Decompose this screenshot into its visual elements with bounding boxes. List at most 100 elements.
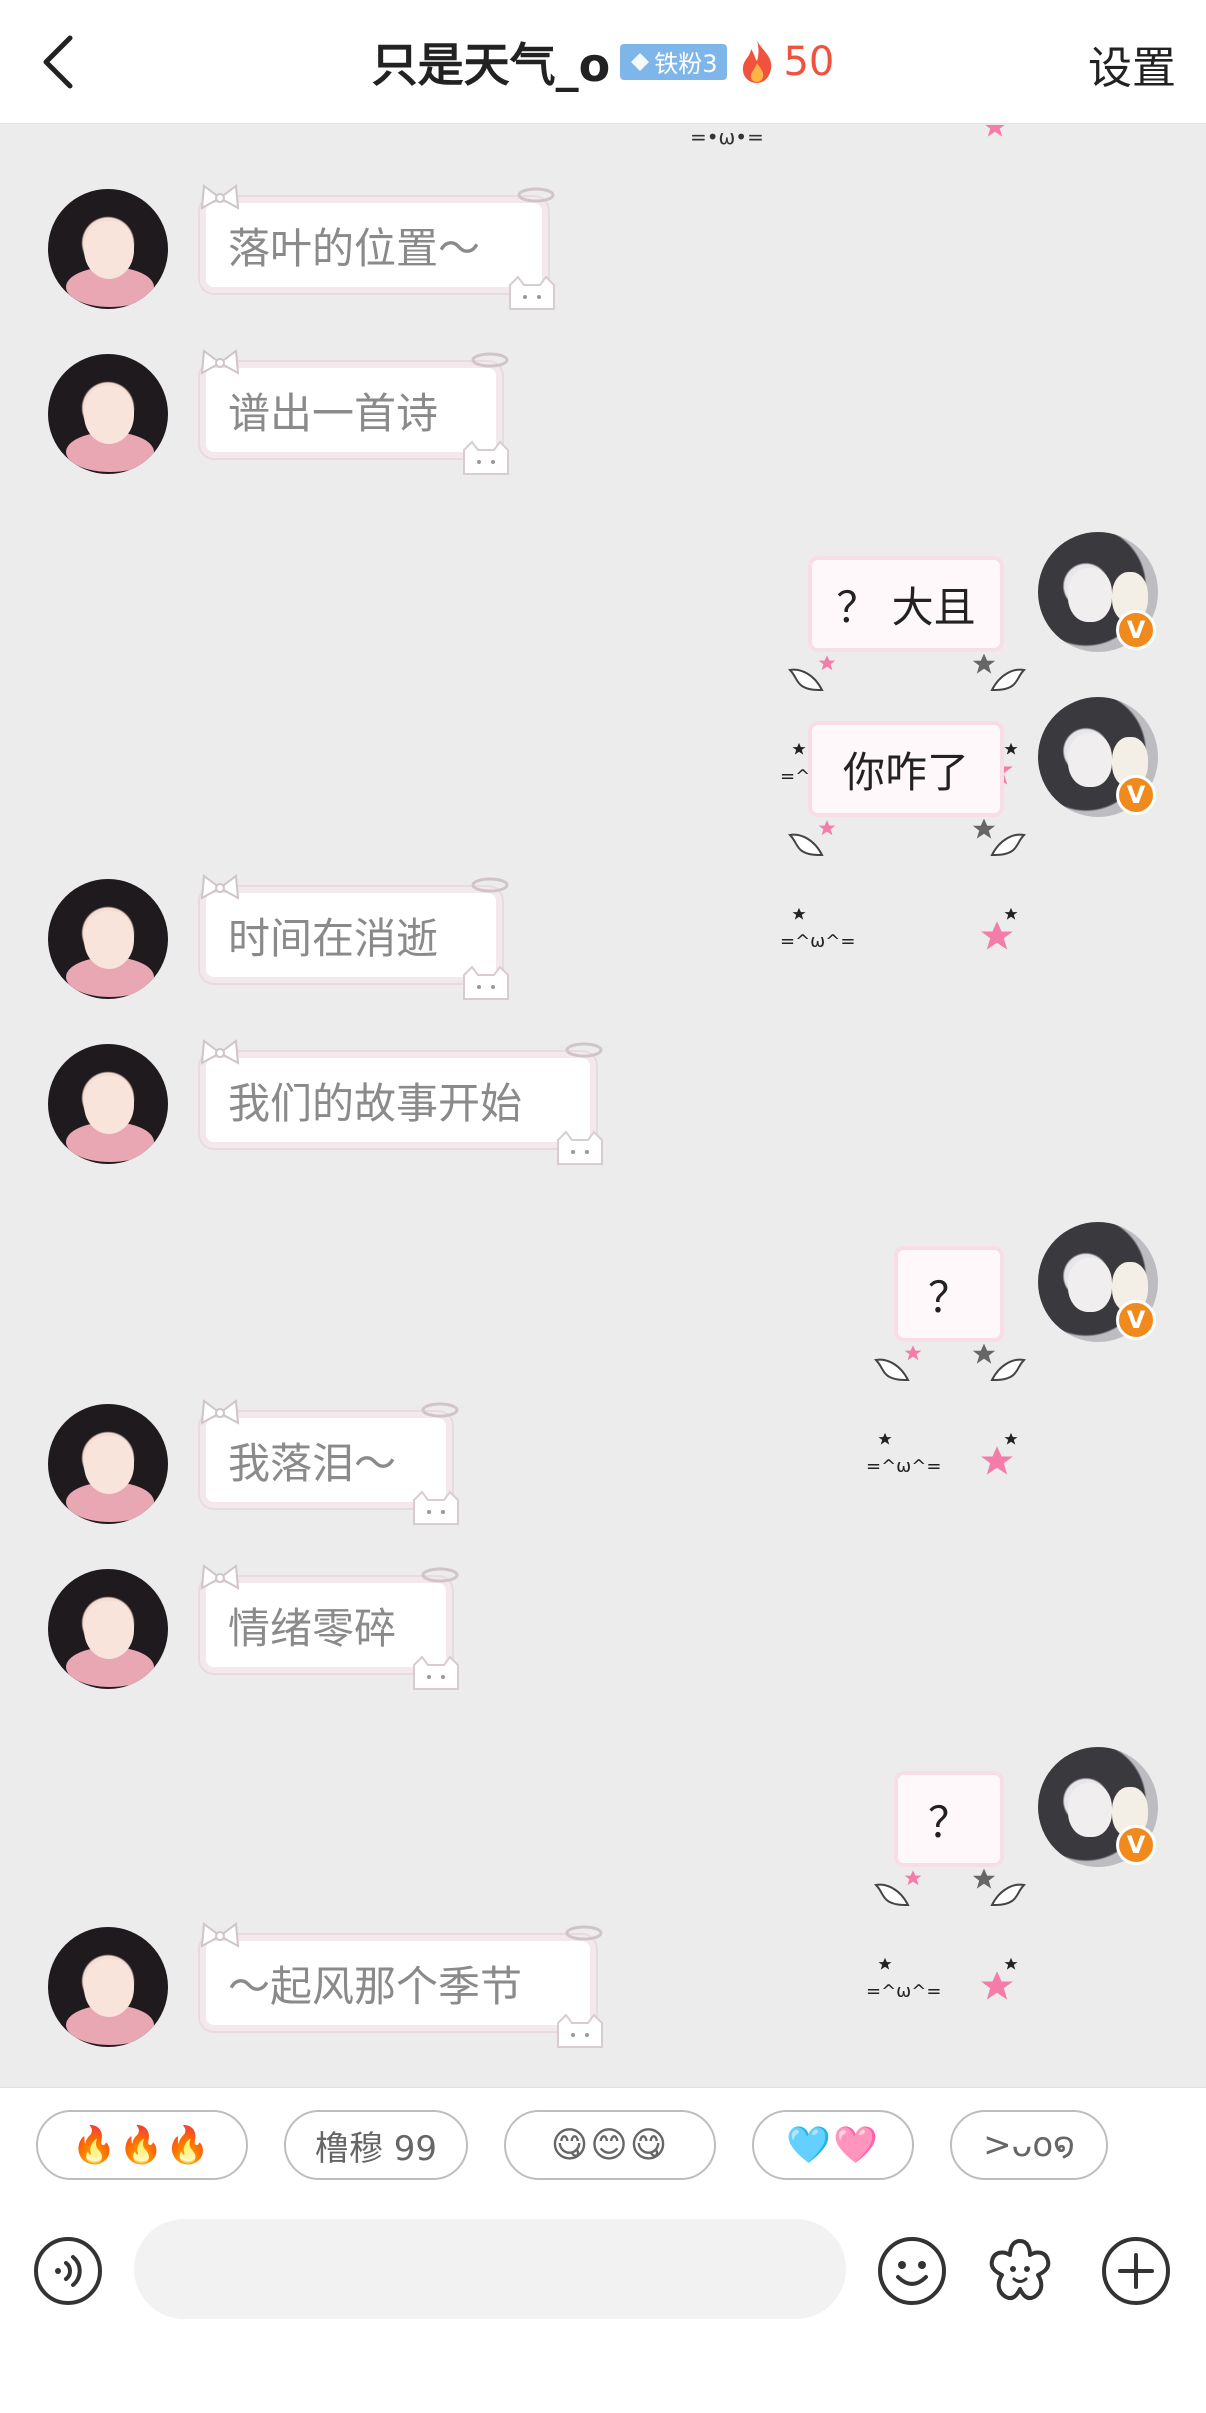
avatar[interactable]: [48, 1569, 168, 1689]
smiley-icon: [878, 2237, 946, 2305]
message-text: ～起风那个季节: [228, 1961, 523, 2011]
message-row: 谱出一首诗: [0, 349, 1206, 475]
message-text: 情绪零碎: [228, 1603, 397, 1653]
avatar[interactable]: [48, 879, 168, 999]
avatar[interactable]: [48, 1044, 168, 1164]
message-text: 我落泪～: [228, 1438, 397, 1488]
message-text: 谱出一首诗: [228, 388, 439, 438]
star-icon: [972, 1343, 996, 1364]
message-bubble[interactable]: 时间在消逝: [200, 874, 509, 1000]
emoji-button[interactable]: [876, 2235, 948, 2307]
avatar[interactable]: [48, 1404, 168, 1524]
message-text: 你咋了: [842, 747, 969, 797]
halo-icon: [471, 877, 509, 893]
chevron-left-icon: [43, 35, 73, 89]
quick-reply-lumu[interactable]: 橹穆 99: [284, 2110, 468, 2180]
bow-icon: [200, 1399, 240, 1425]
star-icon: [904, 1345, 922, 1361]
avatar[interactable]: [48, 189, 168, 309]
plus-icon: [1102, 2237, 1170, 2305]
voice-icon: [34, 2237, 102, 2305]
voice-button[interactable]: [32, 2235, 104, 2307]
quick-reply-kaomoji[interactable]: >ᴗo໑: [950, 2110, 1108, 2180]
star-icon: [972, 818, 996, 839]
message-bubble[interactable]: 你咋了: [808, 721, 1004, 817]
verified-badge: V: [1116, 775, 1156, 815]
message-row: ～起风那个季节: [0, 1922, 1206, 2048]
message-bubble[interactable]: ？ 大且: [808, 556, 1004, 652]
star-icon: [904, 1870, 922, 1886]
message-bubble[interactable]: 我落泪～: [200, 1399, 459, 1525]
bow-icon: [200, 1039, 240, 1065]
halo-icon: [565, 1042, 603, 1058]
star-icon: [818, 820, 836, 836]
title-group[interactable]: 只是天气_o 铁粉3 50: [372, 29, 835, 95]
quick-reply-label: 橹穆 99: [314, 2128, 438, 2169]
quick-reply-bar: 🔥🔥🔥 橹穆 99 😋😊😋 🩵🩷 >ᴗo໑: [0, 2087, 1206, 2199]
quick-reply-label: 🔥🔥🔥: [71, 2125, 213, 2166]
input-bar: [0, 2199, 1206, 2413]
kaomoji-remnant: =•ω•=: [690, 125, 764, 149]
chat-area[interactable]: =•ω•= 落叶的位置～ 谱出一首诗 V ？ 大且 V 你咋了 =^ω^= 时间…: [0, 125, 1206, 2087]
star-icon: [972, 653, 996, 674]
message-bubble[interactable]: ～起风那个季节: [200, 1922, 603, 2048]
halo-icon: [517, 187, 555, 203]
verified-badge: V: [1116, 1825, 1156, 1865]
kitty-icon: [413, 1490, 459, 1525]
message-row: 落叶的位置～: [0, 184, 1206, 310]
verified-badge: V: [1116, 610, 1156, 650]
avatar[interactable]: [48, 1927, 168, 2047]
message-bubble[interactable]: 情绪零碎: [200, 1564, 459, 1690]
settings-button[interactable]: 设置: [1088, 32, 1176, 96]
message-input[interactable]: [134, 2219, 846, 2319]
message-bubble[interactable]: ？: [894, 1771, 1004, 1867]
quick-reply-fire[interactable]: 🔥🔥🔥: [36, 2110, 248, 2180]
message-row: V 你咋了 =^ω^=: [0, 695, 1206, 952]
message-bubble[interactable]: 落叶的位置～: [200, 184, 555, 310]
message-bubble[interactable]: 我们的故事开始: [200, 1039, 603, 1165]
fan-badge-label: 铁粉3: [654, 50, 718, 78]
message-row: 我落泪～: [0, 1399, 1206, 1525]
star-icon: [985, 125, 1005, 137]
message-text: ？: [927, 1272, 970, 1322]
bow-icon: [200, 349, 240, 375]
message-text: ？ 大且: [836, 582, 976, 632]
bow-icon: [200, 184, 240, 210]
bow-icon: [200, 1564, 240, 1590]
bow-icon: [200, 1922, 240, 1948]
kitty-icon: [509, 275, 555, 310]
message-row: V ？ =^ω^=: [0, 1220, 1206, 1477]
kitty-icon: [557, 1130, 603, 1165]
quick-reply-label: 🩵🩷: [786, 2125, 880, 2166]
add-button[interactable]: [1100, 2235, 1172, 2307]
avatar[interactable]: [48, 354, 168, 474]
message-text: 时间在消逝: [228, 913, 439, 963]
message-text: ？: [927, 1797, 970, 1847]
back-button[interactable]: [28, 28, 88, 96]
page-title: 只是天气_o: [371, 37, 611, 92]
message-bubble[interactable]: 谱出一首诗: [200, 349, 509, 475]
quick-reply-label: 😋😊😋: [550, 2124, 670, 2166]
quick-reply-label: >ᴗo໑: [983, 2125, 1075, 2165]
sticker-button[interactable]: [984, 2235, 1056, 2307]
message-text: 我们的故事开始: [228, 1078, 523, 1128]
fire-count: 50: [783, 38, 835, 85]
quick-reply-hearts[interactable]: 🩵🩷: [752, 2110, 914, 2180]
flower-sticker-icon: [989, 2239, 1051, 2300]
fire-icon: [743, 40, 772, 83]
message-row: V ？ =^ω^=: [0, 1745, 1206, 2002]
kitty-icon: [463, 965, 509, 1000]
halo-icon: [471, 352, 509, 368]
quick-reply-smiles[interactable]: 😋😊😋: [504, 2110, 716, 2180]
halo-icon: [565, 1925, 603, 1941]
top-bar: 只是天气_o 铁粉3 50 设置: [0, 0, 1206, 124]
message-text: 落叶的位置～: [228, 223, 481, 273]
kitty-icon: [413, 1655, 459, 1690]
halo-icon: [421, 1567, 459, 1583]
fan-level-badge: 铁粉3: [620, 43, 728, 80]
diamond-icon: [631, 52, 650, 71]
message-bubble[interactable]: ？: [894, 1246, 1004, 1342]
star-icon: [818, 655, 836, 671]
halo-icon: [421, 1402, 459, 1418]
verified-badge: V: [1116, 1300, 1156, 1340]
